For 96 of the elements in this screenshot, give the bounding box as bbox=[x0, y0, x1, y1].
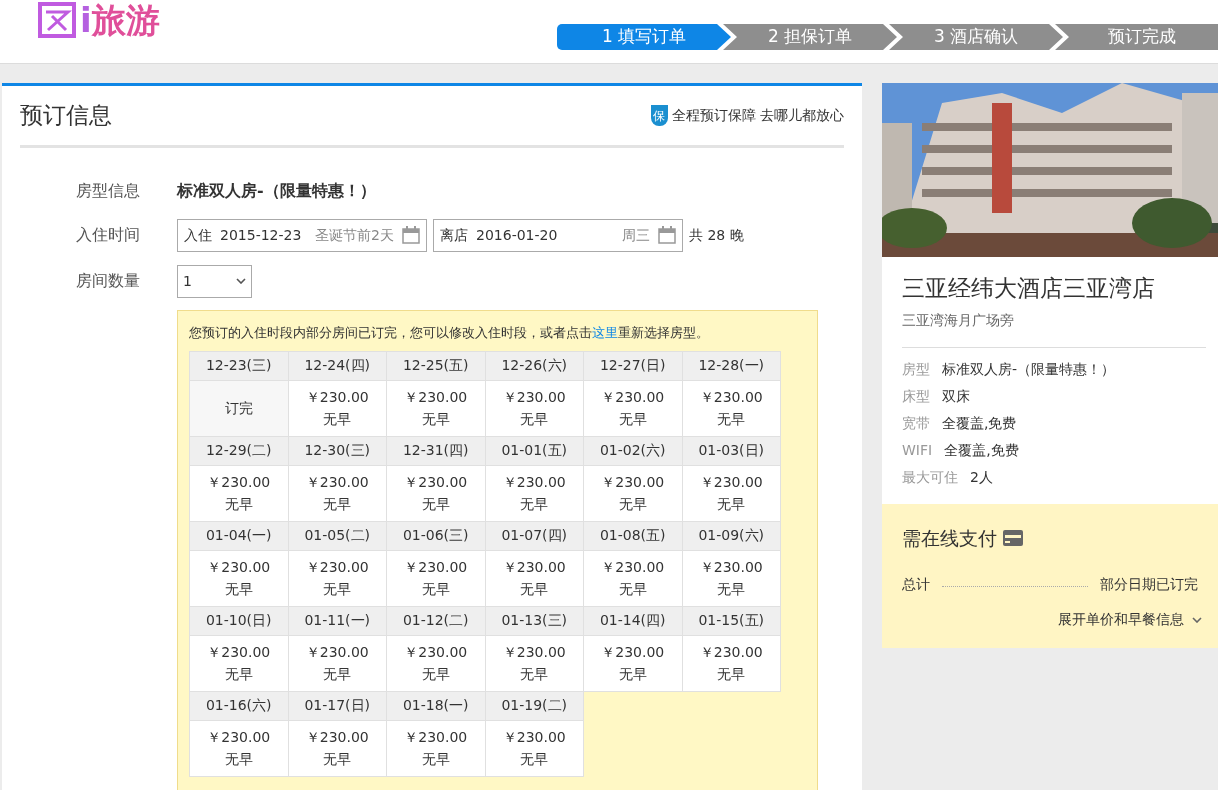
detail-label: WIFI bbox=[902, 440, 933, 460]
nights-count: 共 28 晚 bbox=[689, 225, 744, 245]
date-header: 01-15(五) bbox=[682, 606, 781, 636]
notice-text: 您预订的入住时段内部分房间已订完，您可以修改入住时段，或者点击这里重新选择房型。 bbox=[189, 324, 710, 342]
table-cell: ￥230.00 无早 bbox=[288, 550, 387, 607]
date-header: 01-09(六) bbox=[682, 521, 781, 551]
table-cell: ￥230.00 无早 bbox=[387, 720, 486, 777]
date-field[interactable]: 入住 2015-12-23 圣诞节前2天 bbox=[177, 218, 427, 252]
date-header: 01-17(日) bbox=[288, 691, 387, 721]
hotel-name: 三亚经纬大酒店三亚湾店 bbox=[902, 274, 1156, 303]
table-cell: ￥230.00 无早 bbox=[190, 465, 289, 522]
table-cell: ￥230.00 无早 bbox=[288, 720, 387, 777]
room-type: 标准双人房-（限量特惠！） bbox=[177, 180, 376, 202]
table-cell: ￥230.00 无早 bbox=[584, 550, 683, 607]
table-cell: ￥230.00 无早 bbox=[387, 465, 486, 522]
progress-step: 3 酒店确认 bbox=[889, 24, 1063, 50]
section-title: 预订信息 bbox=[20, 101, 112, 131]
date-header: 12-27(日) bbox=[584, 351, 683, 381]
date-header: 01-02(六) bbox=[584, 436, 683, 466]
total-label: 总计 bbox=[902, 575, 930, 594]
detail-label: 最大可住 bbox=[902, 467, 958, 487]
calendar-icon bbox=[402, 226, 420, 244]
date-header: 01-10(日) bbox=[190, 606, 289, 636]
date-header: 01-07(四) bbox=[485, 521, 584, 551]
detail-label: 房型 bbox=[902, 359, 930, 379]
logo-text[interactable]: i旅游 bbox=[80, 3, 160, 37]
table-cell: ￥230.00 无早 bbox=[485, 550, 584, 607]
detail-value: 2人 bbox=[970, 467, 993, 487]
date-header: 01-11(一) bbox=[288, 606, 387, 636]
shield-icon: 保 bbox=[650, 105, 668, 126]
progress-step: 预订完成 bbox=[1055, 24, 1218, 50]
total-value: 部分日期已订完 bbox=[1100, 575, 1198, 594]
date-header: 01-03(日) bbox=[682, 436, 781, 466]
table-cell: ￥230.00 无早 bbox=[288, 380, 387, 437]
logo-icon bbox=[38, 2, 76, 38]
date-header: 01-13(三) bbox=[485, 606, 584, 636]
table-cell: ￥230.00 无早 bbox=[485, 380, 584, 437]
detail-value: 全覆盖,免费 bbox=[944, 440, 1019, 460]
table-cell: ￥230.00 无早 bbox=[190, 550, 289, 607]
table-cell: ￥230.00 无早 bbox=[387, 635, 486, 692]
table-cell: 订完 bbox=[190, 380, 289, 437]
hotel-location: 三亚湾海月广场旁 bbox=[902, 309, 1206, 348]
date-field[interactable]: 离店 2016-01-20 周三 bbox=[433, 218, 683, 252]
date-header: 01-18(一) bbox=[387, 691, 486, 721]
date-header: 12-29(二) bbox=[190, 436, 289, 466]
field-label: 入住时间 bbox=[75, 224, 141, 246]
reselect-link[interactable]: 这里 bbox=[592, 325, 618, 340]
date-header: 01-16(六) bbox=[190, 691, 289, 721]
table-cell: ￥230.00 无早 bbox=[584, 380, 683, 437]
table-cell: ￥230.00 无早 bbox=[682, 380, 781, 437]
table-cell: ￥230.00 无早 bbox=[387, 380, 486, 437]
field-label: 房间数量 bbox=[75, 270, 141, 292]
date-header: 12-30(三) bbox=[288, 436, 387, 466]
date-header: 01-05(二) bbox=[288, 521, 387, 551]
table-cell: ￥230.00 无早 bbox=[190, 720, 289, 777]
date-header: 01-12(二) bbox=[387, 606, 486, 636]
progress-step: 2 担保订单 bbox=[723, 24, 897, 50]
date-header: 01-19(二) bbox=[485, 691, 584, 721]
table-cell: ￥230.00 无早 bbox=[485, 720, 584, 777]
table-cell: ￥230.00 无早 bbox=[682, 550, 781, 607]
table-cell: ￥230.00 无早 bbox=[288, 465, 387, 522]
expand-link[interactable]: 展开单价和早餐信息 bbox=[1058, 609, 1202, 630]
table-cell: ￥230.00 无早 bbox=[485, 635, 584, 692]
date-header: 12-26(六) bbox=[485, 351, 584, 381]
table-cell: ￥230.00 无早 bbox=[682, 635, 781, 692]
table-cell: ￥230.00 无早 bbox=[190, 635, 289, 692]
date-header: 01-06(三) bbox=[387, 521, 486, 551]
table-cell: ￥230.00 无早 bbox=[288, 635, 387, 692]
chevron-down-icon bbox=[1192, 616, 1202, 623]
date-header: 01-01(五) bbox=[485, 436, 584, 466]
table-cell: ￥230.00 无早 bbox=[682, 465, 781, 522]
guarantee-text: 全程预订保障 去哪儿都放心 bbox=[671, 106, 844, 125]
detail-value: 全覆盖,免费 bbox=[942, 413, 1017, 433]
date-header: 12-28(一) bbox=[682, 351, 781, 381]
calendar-icon bbox=[658, 226, 676, 244]
detail-value: 双床 bbox=[942, 386, 970, 406]
room-count-select[interactable]: 1 bbox=[177, 264, 252, 298]
detail-value: 标准双人房-（限量特惠！） bbox=[942, 359, 1116, 379]
field-label: 房型信息 bbox=[75, 180, 141, 202]
date-header: 01-04(一) bbox=[190, 521, 289, 551]
progress-step: 1 填写订单 bbox=[557, 24, 731, 50]
date-header: 01-08(五) bbox=[584, 521, 683, 551]
detail-label: 宽带 bbox=[902, 413, 930, 433]
card-icon bbox=[1003, 529, 1023, 546]
date-header: 12-24(四) bbox=[288, 351, 387, 381]
table-cell: ￥230.00 无早 bbox=[387, 550, 486, 607]
date-header: 01-14(四) bbox=[584, 606, 683, 636]
table-cell: ￥230.00 无早 bbox=[485, 465, 584, 522]
table-cell: ￥230.00 无早 bbox=[584, 635, 683, 692]
payment-title: 需在线支付 bbox=[902, 525, 997, 551]
table-cell: ￥230.00 无早 bbox=[584, 465, 683, 522]
date-header: 12-23(三) bbox=[190, 351, 289, 381]
detail-label: 床型 bbox=[902, 386, 930, 406]
date-header: 12-25(五) bbox=[387, 351, 486, 381]
chevron-down-icon bbox=[236, 278, 246, 284]
date-header: 12-31(四) bbox=[387, 436, 486, 466]
